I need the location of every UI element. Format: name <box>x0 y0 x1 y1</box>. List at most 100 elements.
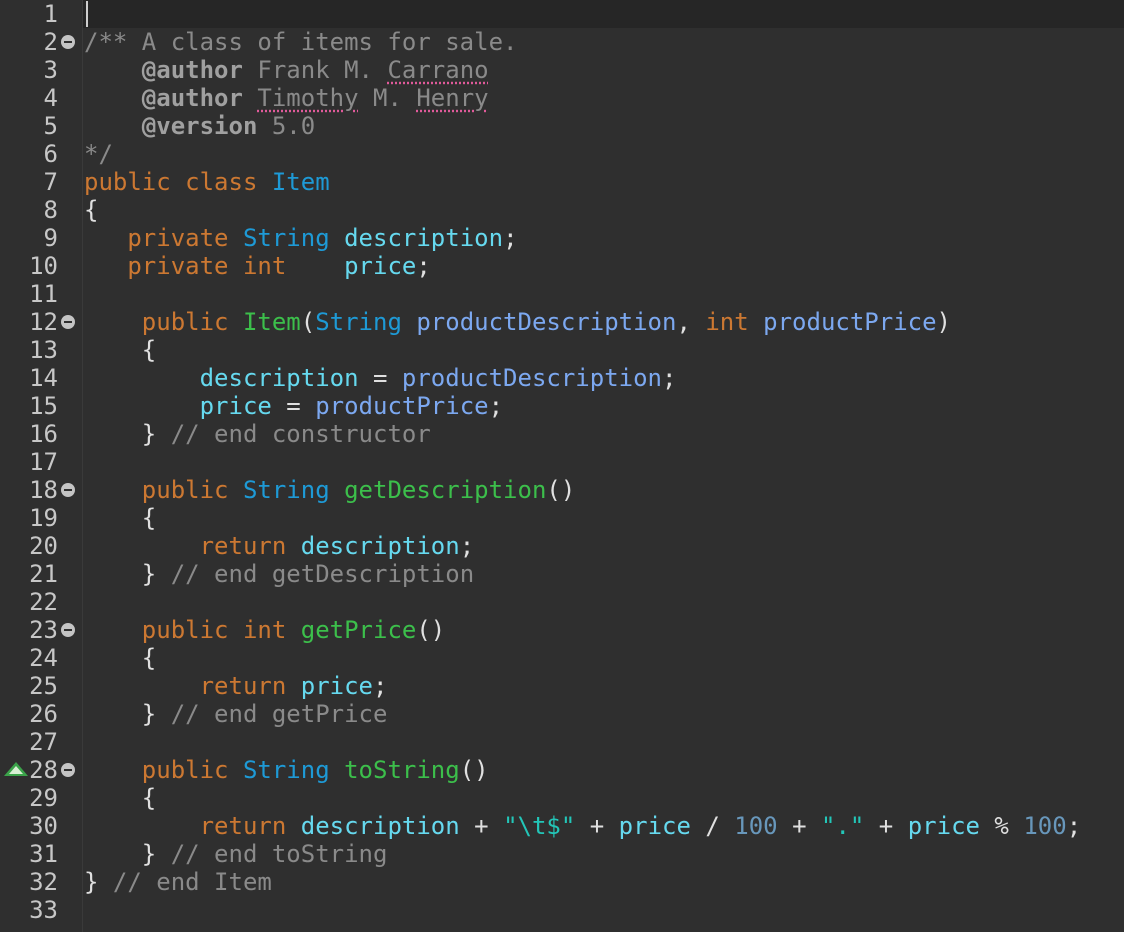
code-line[interactable]: 10 private int price; <box>0 252 1124 280</box>
minus-circle-icon[interactable] <box>61 623 75 637</box>
code-line[interactable]: 3 @author Frank M. Carrano <box>0 56 1124 84</box>
code-line[interactable]: 32 } // end Item <box>0 868 1124 896</box>
code-text[interactable]: } // end constructor <box>84 420 431 448</box>
code-line[interactable]: 9 private String description; <box>0 224 1124 252</box>
code-line[interactable]: 14 description = productDescription; <box>0 364 1124 392</box>
line-number[interactable]: 24 <box>0 644 58 672</box>
code-text[interactable]: @version 5.0 <box>84 112 315 140</box>
code-text[interactable]: description = productDescription; <box>84 364 676 392</box>
line-number[interactable]: 2 <box>0 28 58 56</box>
minus-circle-icon[interactable] <box>61 35 75 49</box>
code-line[interactable]: 17 <box>0 448 1124 476</box>
minus-circle-icon[interactable] <box>61 315 75 329</box>
code-token: { <box>84 504 156 532</box>
line-number[interactable]: 25 <box>0 672 58 700</box>
line-number[interactable]: 17 <box>0 448 58 476</box>
code-line[interactable]: 33 <box>0 896 1124 924</box>
code-line[interactable]: 24 { <box>0 644 1124 672</box>
code-line[interactable]: 28 public String toString() <box>0 756 1124 784</box>
code-text[interactable]: return description + "\t$" + price / 100… <box>84 812 1081 840</box>
minus-circle-icon[interactable] <box>61 763 75 777</box>
line-number[interactable]: 11 <box>0 280 58 308</box>
line-number[interactable]: 7 <box>0 168 58 196</box>
line-number[interactable]: 22 <box>0 588 58 616</box>
code-text[interactable]: { <box>84 644 156 672</box>
line-number[interactable]: 15 <box>0 392 58 420</box>
line-number[interactable]: 9 <box>0 224 58 252</box>
code-text[interactable]: /** A class of items for sale. <box>84 28 517 56</box>
line-number[interactable]: 27 <box>0 728 58 756</box>
code-line[interactable]: 25 return price; <box>0 672 1124 700</box>
code-line[interactable]: 29 { <box>0 784 1124 812</box>
code-line[interactable]: 13 { <box>0 336 1124 364</box>
code-line[interactable]: 26 } // end getPrice <box>0 700 1124 728</box>
code-text[interactable]: @author Timothy M. Henry <box>84 84 489 112</box>
line-number[interactable]: 21 <box>0 560 58 588</box>
line-number[interactable]: 26 <box>0 700 58 728</box>
line-number[interactable]: 14 <box>0 364 58 392</box>
line-number[interactable]: 20 <box>0 532 58 560</box>
code-line[interactable]: 5 @version 5.0 <box>0 112 1124 140</box>
code-line[interactable]: 12 public Item(String productDescription… <box>0 308 1124 336</box>
code-line[interactable]: 8{ <box>0 196 1124 224</box>
code-line[interactable]: 20 return description; <box>0 532 1124 560</box>
line-number[interactable]: 23 <box>0 616 58 644</box>
code-text[interactable]: return price; <box>84 672 387 700</box>
line-number[interactable]: 32 <box>0 868 58 896</box>
line-number[interactable]: 10 <box>0 252 58 280</box>
line-number[interactable]: 18 <box>0 476 58 504</box>
minus-circle-icon[interactable] <box>61 483 75 497</box>
code-editor[interactable]: 12/** A class of items for sale.3 @autho… <box>0 0 1124 932</box>
code-line[interactable]: 23 public int getPrice() <box>0 616 1124 644</box>
code-text[interactable]: { <box>84 196 98 224</box>
code-line[interactable]: 11 <box>0 280 1124 308</box>
code-line[interactable]: 19 { <box>0 504 1124 532</box>
line-number[interactable]: 13 <box>0 336 58 364</box>
line-number[interactable]: 3 <box>0 56 58 84</box>
line-number[interactable]: 5 <box>0 112 58 140</box>
code-text[interactable]: public String toString() <box>84 756 489 784</box>
code-text[interactable]: public Item(String productDescription, i… <box>84 308 951 336</box>
code-text[interactable]: } // end getDescription <box>84 560 474 588</box>
code-text[interactable]: return description; <box>84 532 474 560</box>
line-number[interactable]: 16 <box>0 420 58 448</box>
code-line[interactable]: 4 @author Timothy M. Henry <box>0 84 1124 112</box>
code-line[interactable]: 31 } // end toString <box>0 840 1124 868</box>
code-line[interactable]: 1 <box>0 0 1124 28</box>
code-text[interactable]: public String getDescription() <box>84 476 575 504</box>
code-text[interactable]: } // end toString <box>84 840 387 868</box>
code-text[interactable]: @author Frank M. Carrano <box>84 56 489 84</box>
code-text[interactable]: public int getPrice() <box>84 616 445 644</box>
code-text[interactable]: { <box>84 504 156 532</box>
line-number[interactable]: 1 <box>0 0 58 28</box>
code-line[interactable]: 2 /** A class of items for sale. <box>0 28 1124 56</box>
code-text[interactable]: } // end Item <box>84 868 272 896</box>
line-number[interactable]: 12 <box>0 308 58 336</box>
line-number[interactable]: 8 <box>0 196 58 224</box>
line-number[interactable]: 31 <box>0 840 58 868</box>
code-text[interactable]: price = productPrice; <box>84 392 503 420</box>
code-line[interactable]: 30 return description + "\t$" + price / … <box>0 812 1124 840</box>
line-number[interactable]: 30 <box>0 812 58 840</box>
line-number[interactable]: 29 <box>0 784 58 812</box>
code-line[interactable]: 7 public class Item <box>0 168 1124 196</box>
code-line[interactable]: 18 public String getDescription() <box>0 476 1124 504</box>
code-line[interactable]: 15 price = productPrice; <box>0 392 1124 420</box>
code-text[interactable]: public class Item <box>84 168 330 196</box>
line-number[interactable]: 33 <box>0 896 58 924</box>
code-text[interactable]: { <box>84 784 156 812</box>
code-text[interactable]: */ <box>84 140 113 168</box>
line-number[interactable]: 4 <box>0 84 58 112</box>
code-line[interactable]: 27 <box>0 728 1124 756</box>
code-line[interactable]: 21 } // end getDescription <box>0 560 1124 588</box>
code-text[interactable]: { <box>84 336 156 364</box>
code-line[interactable]: 22 <box>0 588 1124 616</box>
code-text[interactable]: private String description; <box>84 224 518 252</box>
code-line[interactable]: 6 */ <box>0 140 1124 168</box>
override-triangle-icon[interactable] <box>4 762 28 776</box>
code-text[interactable]: } // end getPrice <box>84 700 387 728</box>
code-line[interactable]: 16 } // end constructor <box>0 420 1124 448</box>
line-number[interactable]: 19 <box>0 504 58 532</box>
code-text[interactable]: private int price; <box>84 252 431 280</box>
line-number[interactable]: 6 <box>0 140 58 168</box>
